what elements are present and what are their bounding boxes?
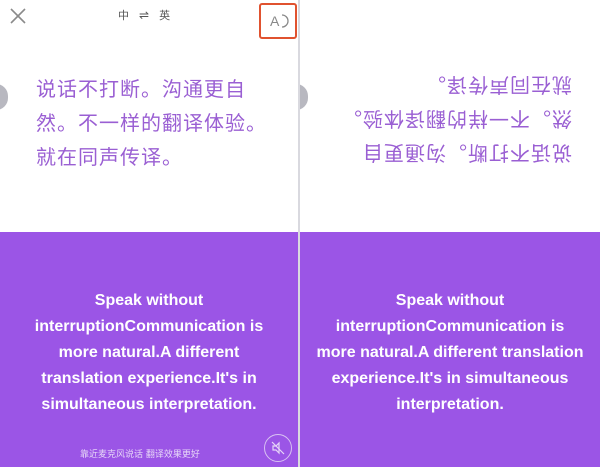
translation-area-right: Speak without interruptionCommunication … <box>300 232 600 467</box>
footer-note: 靠近麦克风说话 翻译效果更好 <box>80 450 200 460</box>
source-area: 中 ⇌ 英 A 说话不打断。沟通更自然。不一样的翻译体验。就在同声传译。 <box>0 0 298 232</box>
translation-text: Speak without interruptionCommunication … <box>34 292 264 413</box>
left-panel: 中 ⇌ 英 A 说话不打断。沟通更自然。不一样的翻译体验。就在同声传译。 Spe… <box>0 0 298 467</box>
svg-text:A: A <box>270 13 280 29</box>
close-icon[interactable] <box>8 6 28 26</box>
swap-icon[interactable]: ⇌ <box>139 8 149 22</box>
mute-button[interactable] <box>264 434 292 462</box>
font-size-button[interactable]: A <box>259 3 297 39</box>
language-bar: 中 ⇌ 英 <box>118 7 170 23</box>
lang-from[interactable]: 中 <box>118 7 129 23</box>
font-size-icon: A <box>270 13 289 29</box>
drag-handle-left[interactable] <box>0 84 8 110</box>
drag-handle-right[interactable] <box>300 84 308 110</box>
source-area-mirrored: 说话不打断。沟通更自然。不一样的翻译体验。就在同声传译。 <box>300 0 600 232</box>
right-panel: 说话不打断。沟通更自然。不一样的翻译体验。就在同声传译。 Speak witho… <box>300 0 600 467</box>
translation-area: Speak without interruptionCommunication … <box>0 232 298 467</box>
speaker-mute-icon <box>271 441 285 455</box>
translation-text-right: Speak without interruptionCommunication … <box>316 292 584 413</box>
source-text-mirrored: 说话不打断。沟通更自然。不一样的翻译体验。就在同声传译。 <box>341 73 572 165</box>
lang-to[interactable]: 英 <box>159 7 170 23</box>
source-text: 说话不打断。沟通更自然。不一样的翻译体验。就在同声传译。 <box>36 77 267 169</box>
